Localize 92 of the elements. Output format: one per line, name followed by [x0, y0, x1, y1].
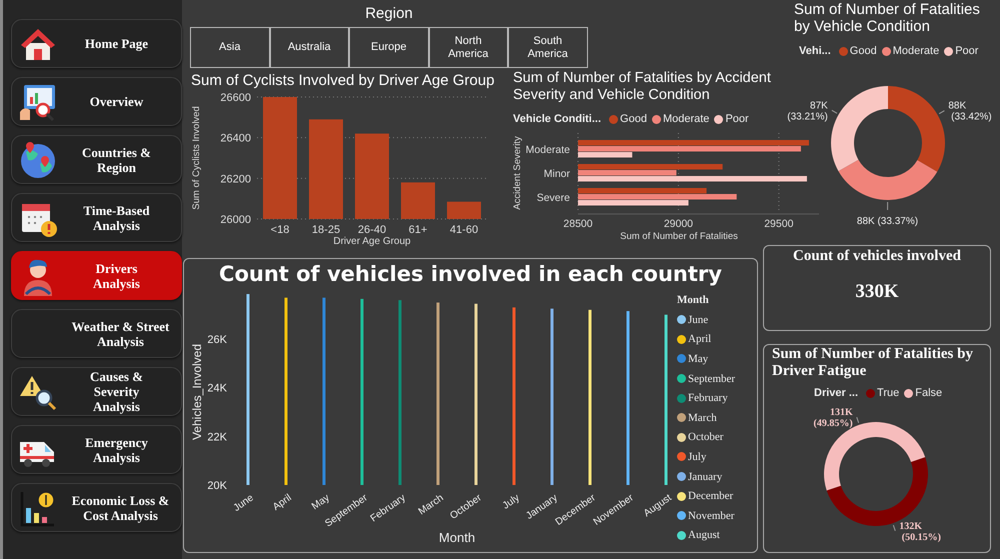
legend-label: February: [688, 391, 728, 406]
chart-title: Count of vehicles involved in each country: [218, 261, 723, 287]
category-label: 18-25: [312, 224, 340, 236]
tick-label: 26000: [220, 214, 251, 226]
bar: [401, 182, 435, 219]
legend-dot: [882, 46, 891, 56]
legend-label: December: [688, 489, 734, 504]
legend-label: June: [688, 312, 708, 327]
legend-label: January: [688, 470, 722, 484]
nav-button[interactable]: Causes & Severity Analysis: [11, 367, 182, 416]
tick-label: 29000: [664, 218, 694, 230]
tick-label: 26400: [220, 132, 251, 145]
nav-button[interactable]: Emergency Analysis: [11, 425, 182, 474]
leader-line: [856, 416, 860, 424]
legend-title: Vehi...: [799, 44, 831, 58]
category-label: Severe: [536, 192, 570, 204]
region-option[interactable]: Australia: [270, 27, 349, 68]
chart-title: Sum of Number of Fatalities by Accident Severity and Vehicle Condition: [512, 69, 772, 104]
kpi-title: Count of vehicles involved: [792, 247, 962, 265]
category-label: June: [232, 492, 256, 514]
leader-line: [887, 202, 888, 210]
legend-label: Moderate: [892, 44, 940, 58]
region-option[interactable]: South America: [508, 27, 588, 68]
region-option[interactable]: North America: [428, 27, 508, 68]
legend-title: Vehicle Conditi...: [513, 112, 602, 126]
globe-icon: [18, 140, 58, 180]
nav-button[interactable]: Overview: [11, 77, 182, 126]
tick-label: 24K: [207, 382, 227, 395]
legend-label: August: [688, 528, 720, 542]
data-label: 88K (33.42%): [948, 100, 992, 123]
category-label: 26-40: [358, 224, 386, 236]
tick-label: 26600: [220, 92, 251, 104]
tick-label: 28500: [563, 218, 593, 230]
legend-label: April: [688, 332, 712, 346]
legend-dot: [866, 388, 876, 398]
axis-title: Vehicles_Involved: [190, 344, 204, 440]
nav-button[interactable]: Economic Loss & Cost Analysis: [11, 483, 182, 532]
data-label: 132K (50.15%): [899, 520, 941, 543]
legend-dot: [904, 388, 914, 398]
legend-dot: [944, 46, 954, 56]
legend-label: November: [688, 508, 734, 523]
nav-button[interactable]: Drivers Analysis: [11, 251, 182, 300]
legend-label: True: [877, 386, 900, 400]
legend-label: False: [915, 386, 942, 400]
axis-title: Driver Age Group: [333, 236, 411, 247]
legend-label: Good: [850, 44, 877, 58]
bar: [447, 202, 481, 219]
leader-line: [892, 524, 896, 532]
legend-label: Poor: [725, 112, 749, 126]
category-label: July: [500, 492, 522, 512]
tick-label: 26200: [220, 173, 251, 186]
axis-title: Month: [438, 530, 476, 545]
leader-line: [831, 110, 838, 114]
category-label: Moderate: [526, 144, 570, 156]
category-label: April: [271, 492, 294, 513]
legend-label: September: [688, 372, 736, 386]
axis-title: Sum of Cyclists Involved: [191, 106, 202, 210]
category-label: 61+: [408, 224, 428, 236]
category-label: Minor: [544, 168, 570, 180]
category-label: <18: [270, 224, 290, 236]
legend-label: Moderate: [662, 112, 710, 126]
tick-label: 29500: [764, 218, 794, 230]
legend-title: Month: [677, 293, 710, 307]
tick-label: 20K: [207, 480, 227, 492]
slicer-title: Region: [364, 4, 414, 24]
legend-label: July: [688, 450, 706, 464]
nav-button[interactable]: Weather & Street Analysis: [11, 309, 182, 358]
kpi-value: 330K: [854, 281, 900, 303]
tick-label: 26K: [207, 334, 227, 346]
legend-title: Driver ...: [814, 386, 858, 400]
legend-label: March: [688, 410, 717, 425]
legend-dot: [838, 46, 848, 56]
nav-button[interactable]: Time-Based Analysis: [11, 193, 182, 242]
axis-title: Sum of Number of Fatalities: [620, 231, 738, 242]
tick-label: 22K: [207, 431, 227, 444]
axis-title: Accident Severity: [512, 136, 523, 210]
region-option[interactable]: Asia: [190, 27, 270, 68]
data-label: 131K (49.85%): [814, 407, 853, 430]
category-label: 41-60: [450, 224, 478, 236]
leader-line: [938, 110, 945, 114]
region-option[interactable]: Europe: [349, 27, 428, 68]
legend-label: May: [688, 352, 708, 366]
legend-label: October: [688, 430, 724, 444]
chart-title: Sum of Number of Fatalities by Driver Fatigue: [771, 345, 974, 380]
legend-label: Poor: [955, 44, 978, 58]
nav-button[interactable]: Home Page: [11, 19, 182, 68]
chart-title: Sum of Number of Fatalities by Vehicle Condition: [794, 0, 981, 35]
chart-title: Sum of Cyclists Involved by Driver Age Group: [190, 72, 496, 90]
data-label: 88K (33.37%): [856, 216, 918, 227]
legend-label: Good: [620, 112, 647, 126]
nav-button[interactable]: Countries & Region: [11, 135, 182, 184]
data-label: 87K (33.21%): [787, 100, 828, 122]
